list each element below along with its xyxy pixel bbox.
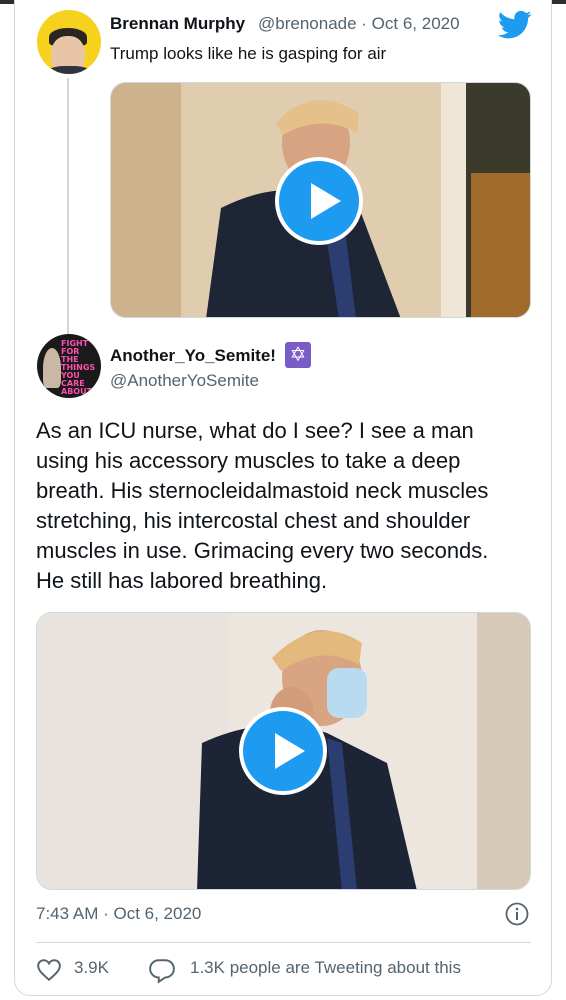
info-icon[interactable]	[505, 902, 529, 926]
tweet-text-line: using his accessory muscles to take a de…	[36, 448, 461, 473]
main-display-name[interactable]: Another_Yo_Semite!	[110, 346, 276, 366]
play-icon[interactable]	[275, 157, 363, 245]
tweeting-about-this-link[interactable]: 1.3K people are Tweeting about this	[190, 958, 461, 978]
avatar-another-yo-semite[interactable]: FIGHT FOR THE THINGS YOU CARE ABOUT	[37, 334, 101, 398]
avatar-brennan-murphy[interactable]	[37, 10, 101, 74]
parent-handle-date[interactable]: @brenonade · Oct 6, 2020	[258, 14, 460, 34]
twitter-bird-icon[interactable]	[498, 10, 532, 40]
main-video-media[interactable]	[36, 612, 531, 890]
avatar-poster-text: FIGHT FOR THE THINGS YOU CARE ABOUT	[61, 339, 96, 396]
heart-icon[interactable]	[36, 958, 62, 982]
tweet-text-line: stretching, his intercostal chest and sh…	[36, 508, 471, 533]
reply-bubble-icon[interactable]	[148, 958, 176, 984]
thread-connector-line	[67, 78, 69, 340]
tweet-text-line: breath. His sternocleidalmastoid neck mu…	[36, 478, 489, 503]
parent-video-media[interactable]	[110, 82, 531, 318]
tweet-text-line: muscles in use. Grimacing every two seco…	[36, 538, 489, 563]
like-count[interactable]: 3.9K	[74, 958, 109, 978]
parent-display-name[interactable]: Brennan Murphy	[110, 14, 245, 34]
main-tweet-text: As an ICU nurse, what do I see? I see a …	[36, 416, 536, 596]
divider	[36, 942, 531, 943]
tweet-text-line: As an ICU nurse, what do I see? I see a …	[36, 418, 474, 443]
play-icon[interactable]	[239, 707, 327, 795]
tweet-text-line: He still has labored breathing.	[36, 568, 328, 593]
parent-tweet-text: Trump looks like he is gasping for air	[110, 44, 387, 63]
main-handle[interactable]: @AnotherYoSemite	[110, 371, 259, 391]
star-of-david-icon: ✡	[285, 342, 311, 368]
tweet-timestamp[interactable]: 7:43 AM · Oct 6, 2020	[36, 904, 201, 924]
